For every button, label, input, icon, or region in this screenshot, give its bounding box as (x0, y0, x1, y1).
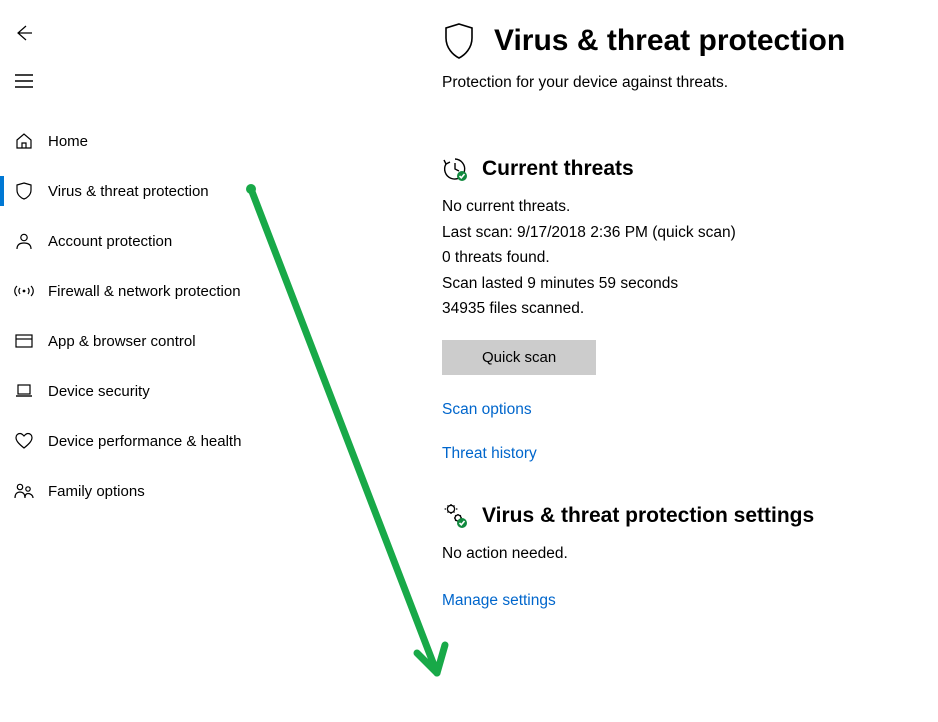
page-title-row: Virus & threat protection (442, 22, 928, 60)
back-button[interactable] (0, 14, 48, 52)
current-threats-section: Current threats No current threats. Last… (442, 156, 928, 463)
threat-history-link[interactable]: Threat history (442, 445, 928, 463)
section-title: Current threats (482, 157, 634, 181)
sidebar-item-device-security[interactable]: Device security (0, 366, 410, 416)
threats-files: 34935 files scanned. (442, 296, 928, 322)
person-icon (0, 231, 48, 251)
page-subtitle: Protection for your device against threa… (442, 74, 928, 92)
sidebar-item-label: Device performance & health (48, 433, 241, 450)
sidebar-item-label: Account protection (48, 233, 172, 250)
sidebar-item-label: Home (48, 133, 88, 150)
heart-icon (0, 431, 48, 451)
gear-check-icon (442, 503, 468, 529)
sidebar-item-firewall[interactable]: Firewall & network protection (0, 266, 410, 316)
quick-scan-button[interactable]: Quick scan (442, 340, 596, 375)
threats-last-scan: Last scan: 9/17/2018 2:36 PM (quick scan… (442, 220, 928, 246)
people-icon (0, 481, 48, 501)
section-header: Virus & threat protection settings (442, 503, 928, 529)
threats-duration: Scan lasted 9 minutes 59 seconds (442, 271, 928, 297)
sidebar-item-label: Virus & threat protection (48, 183, 209, 200)
broadcast-icon (0, 281, 48, 301)
history-check-icon (442, 156, 468, 182)
threats-none: No current threats. (442, 194, 928, 220)
home-icon (0, 131, 48, 151)
sidebar-item-device-performance[interactable]: Device performance & health (0, 416, 410, 466)
sidebar-item-label: Firewall & network protection (48, 283, 241, 300)
settings-status: No action needed. (442, 541, 928, 567)
manage-settings-link[interactable]: Manage settings (442, 592, 928, 610)
laptop-icon (0, 381, 48, 401)
section-header: Current threats (442, 156, 928, 182)
main-content: Virus & threat protection Protection for… (410, 0, 938, 722)
scan-options-link[interactable]: Scan options (442, 401, 928, 419)
shield-icon (0, 181, 48, 201)
settings-section: Virus & threat protection settings No ac… (442, 503, 928, 611)
threats-found: 0 threats found. (442, 245, 928, 271)
sidebar-item-virus-threat[interactable]: Virus & threat protection (0, 166, 410, 216)
sidebar-item-label: App & browser control (48, 333, 196, 350)
sidebar-item-home[interactable]: Home (0, 116, 410, 166)
section-title: Virus & threat protection settings (482, 504, 814, 528)
sidebar-item-app-browser[interactable]: App & browser control (0, 316, 410, 366)
sidebar-item-label: Family options (48, 483, 145, 500)
back-arrow-icon (14, 23, 34, 43)
page-title: Virus & threat protection (494, 24, 845, 58)
sidebar-item-account[interactable]: Account protection (0, 216, 410, 266)
hamburger-icon (15, 74, 33, 88)
window-icon (0, 331, 48, 351)
shield-large-icon (442, 22, 476, 60)
sidebar: Home Virus & threat protection Account p… (0, 0, 410, 722)
sidebar-item-family[interactable]: Family options (0, 466, 410, 516)
menu-button[interactable] (0, 62, 48, 100)
sidebar-item-label: Device security (48, 383, 150, 400)
